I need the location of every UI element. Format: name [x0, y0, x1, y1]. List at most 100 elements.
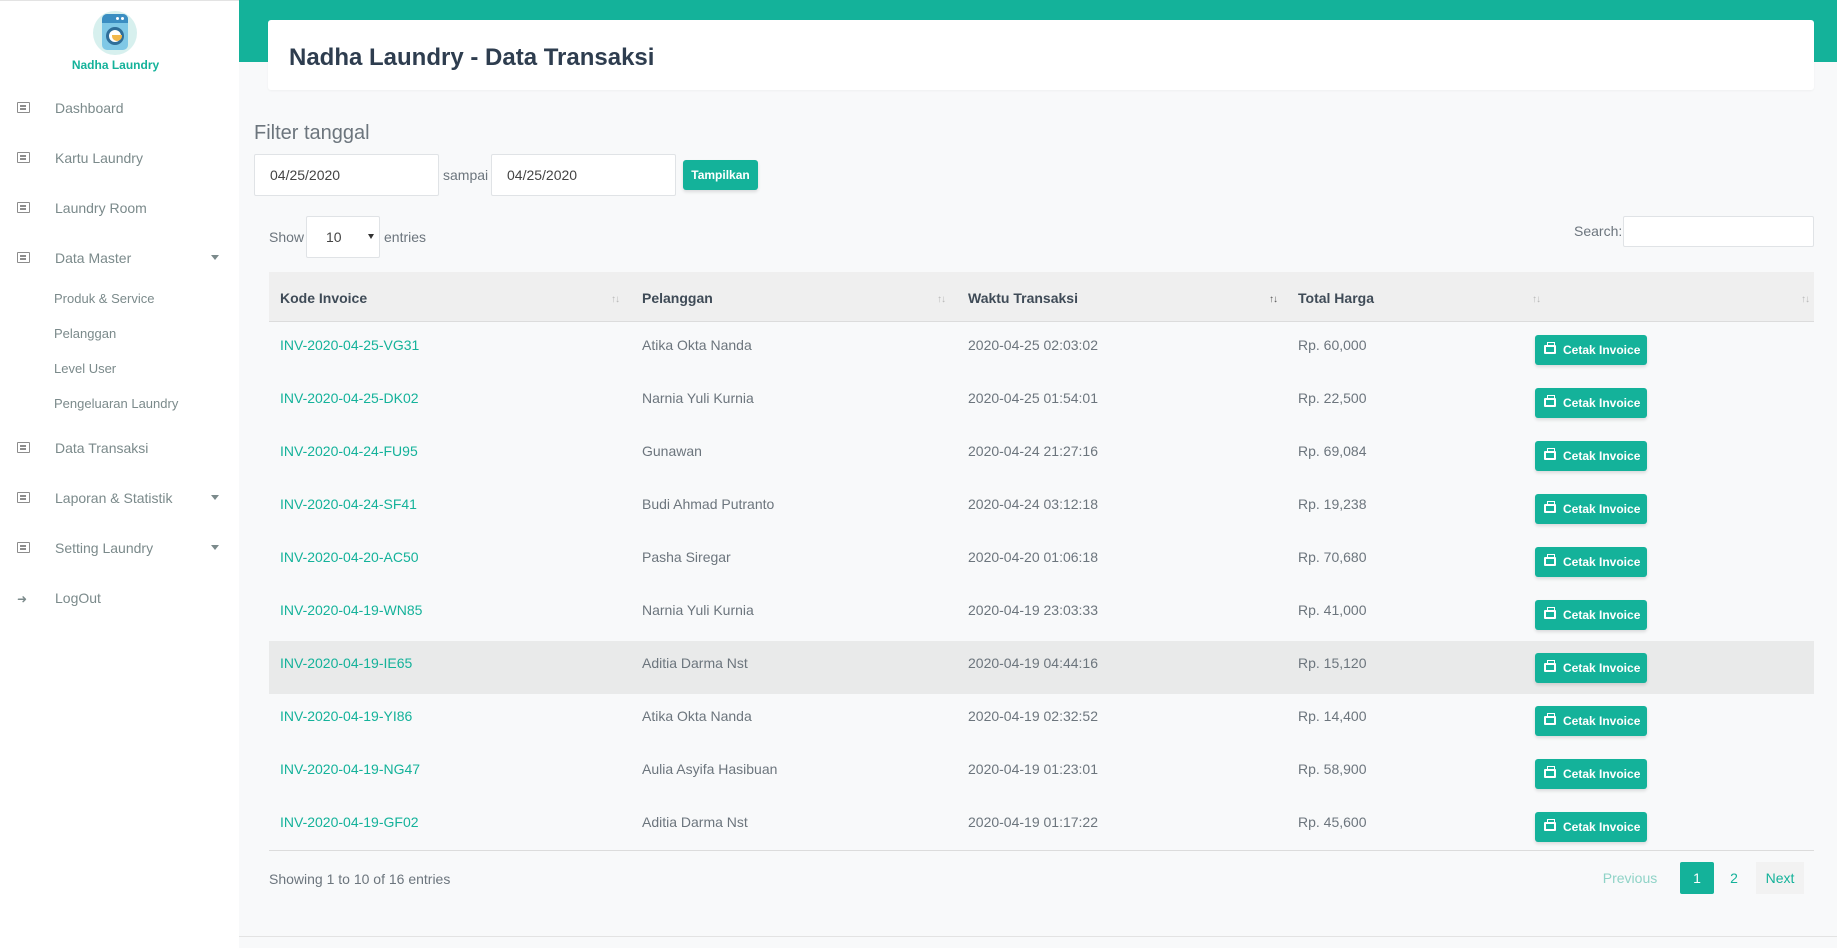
customer-name: Pasha Siregar	[642, 549, 731, 565]
brand[interactable]: Nadha Laundry	[0, 1, 239, 77]
transaction-time: 2020-04-19 02:32:52	[968, 708, 1098, 724]
customer-name: Budi Ahmad Putranto	[642, 496, 775, 512]
sort-desc-icon[interactable]: ↑↓	[1269, 294, 1278, 305]
invoice-link[interactable]: INV-2020-04-19-WN85	[280, 602, 422, 618]
submenu-item-pelanggan[interactable]: Pelanggan	[54, 326, 116, 341]
table-row: INV-2020-04-19-YI86 Atika Okta Nanda 202…	[269, 694, 1814, 747]
caret-down-icon	[211, 545, 219, 550]
pagination-page-1[interactable]: 1	[1680, 862, 1714, 894]
transaction-time: 2020-04-25 02:03:02	[968, 337, 1098, 353]
page-title: Nadha Laundry - Data Transaksi	[289, 44, 655, 71]
invoice-link[interactable]: INV-2020-04-19-NG47	[280, 761, 420, 777]
search-label: Search:	[1574, 223, 1623, 239]
total-price: Rp. 69,084	[1298, 443, 1367, 459]
submenu-item-produk-service[interactable]: Produk & Service	[54, 291, 154, 306]
sidebar-item-logout[interactable]: ➜ LogOut	[0, 578, 239, 618]
print-invoice-label: Cetak Invoice	[1563, 714, 1641, 728]
customer-name: Atika Okta Nanda	[642, 708, 752, 724]
search-input[interactable]	[1623, 216, 1814, 247]
sort-icon[interactable]: ↑↓	[937, 294, 946, 305]
logout-icon: ➜	[17, 592, 28, 606]
print-invoice-button[interactable]: Cetak Invoice	[1535, 494, 1647, 524]
sidebar-item-setting-laundry[interactable]: Setting Laundry	[0, 528, 239, 568]
table-info: Showing 1 to 10 of 16 entries	[269, 871, 451, 887]
print-invoice-button[interactable]: Cetak Invoice	[1535, 653, 1647, 683]
print-invoice-button[interactable]: Cetak Invoice	[1535, 388, 1647, 418]
submenu-item-pengeluaran-laundry[interactable]: Pengeluaran Laundry	[54, 396, 178, 411]
print-invoice-button[interactable]: Cetak Invoice	[1535, 759, 1647, 789]
transaction-time: 2020-04-24 21:27:16	[968, 443, 1098, 459]
total-price: Rp. 15,120	[1298, 655, 1367, 671]
print-invoice-label: Cetak Invoice	[1563, 661, 1641, 675]
sidebar-item-data-transaksi[interactable]: Data Transaksi	[0, 428, 239, 468]
show-button[interactable]: Tampilkan	[683, 160, 758, 190]
print-invoice-label: Cetak Invoice	[1563, 820, 1641, 834]
entries-select[interactable]: 10	[306, 216, 380, 258]
print-invoice-button[interactable]: Cetak Invoice	[1535, 547, 1647, 577]
invoice-link[interactable]: INV-2020-04-25-DK02	[280, 390, 419, 406]
printer-icon	[1544, 395, 1556, 407]
pagination-page-2[interactable]: 2	[1719, 862, 1749, 894]
invoice-link[interactable]: INV-2020-04-19-IE65	[280, 655, 412, 671]
print-invoice-button[interactable]: Cetak Invoice	[1535, 335, 1647, 365]
sidebar-item-dashboard[interactable]: Dashboard	[0, 88, 239, 128]
caret-down-icon	[211, 255, 219, 260]
print-invoice-button[interactable]: Cetak Invoice	[1535, 706, 1647, 736]
printer-icon	[1544, 342, 1556, 354]
entries-value: 10	[326, 229, 342, 245]
list-icon	[17, 152, 30, 163]
print-invoice-button[interactable]: Cetak Invoice	[1535, 600, 1647, 630]
printer-icon	[1544, 660, 1556, 672]
transaction-time: 2020-04-19 01:17:22	[968, 814, 1098, 830]
sidebar-item-label: Setting Laundry	[55, 540, 154, 556]
list-icon	[17, 102, 30, 113]
sidebar-item-laporan-statistik[interactable]: Laporan & Statistik	[0, 478, 239, 518]
print-invoice-button[interactable]: Cetak Invoice	[1535, 441, 1647, 471]
sort-icon[interactable]: ↑↓	[611, 294, 620, 305]
invoice-link[interactable]: INV-2020-04-20-AC50	[280, 549, 419, 565]
date-from-input[interactable]: 04/25/2020	[254, 154, 439, 196]
sidebar-item-label: Kartu Laundry	[55, 150, 143, 166]
column-header-waktu-transaksi[interactable]: Waktu Transaksi	[968, 290, 1078, 306]
customer-name: Aditia Darma Nst	[642, 814, 748, 830]
sidebar-item-kartu-laundry[interactable]: Kartu Laundry	[0, 138, 239, 178]
total-price: Rp. 19,238	[1298, 496, 1367, 512]
total-price: Rp. 14,400	[1298, 708, 1367, 724]
total-price: Rp. 70,680	[1298, 549, 1367, 565]
column-header-pelanggan[interactable]: Pelanggan	[642, 290, 713, 306]
printer-icon	[1544, 766, 1556, 778]
invoice-link[interactable]: INV-2020-04-25-VG31	[280, 337, 419, 353]
total-price: Rp. 22,500	[1298, 390, 1367, 406]
transaction-time: 2020-04-19 01:23:01	[968, 761, 1098, 777]
column-header-kode-invoice[interactable]: Kode Invoice	[280, 290, 367, 306]
pagination-next[interactable]: Next	[1756, 862, 1804, 894]
print-invoice-label: Cetak Invoice	[1563, 608, 1641, 622]
sidebar-item-data-master[interactable]: Data Master	[0, 238, 239, 278]
sort-icon[interactable]: ↑↓	[1801, 294, 1810, 305]
sidebar-item-label: Data Transaksi	[55, 440, 149, 456]
print-invoice-label: Cetak Invoice	[1563, 343, 1641, 357]
table-row-hovered: INV-2020-04-19-IE65 Aditia Darma Nst 202…	[269, 641, 1814, 694]
total-price: Rp. 41,000	[1298, 602, 1367, 618]
column-header-total-harga[interactable]: Total Harga	[1298, 290, 1374, 306]
sidebar-item-label: Data Master	[55, 250, 132, 266]
sidebar-item-laundry-room[interactable]: Laundry Room	[0, 188, 239, 228]
invoice-link[interactable]: INV-2020-04-19-YI86	[280, 708, 412, 724]
date-to-input[interactable]: 04/25/2020	[491, 154, 676, 196]
transaction-time: 2020-04-19 23:03:33	[968, 602, 1098, 618]
pagination-previous[interactable]: Previous	[1601, 862, 1659, 894]
brand-name: Nadha Laundry	[71, 58, 160, 72]
sort-icon[interactable]: ↑↓	[1532, 294, 1541, 305]
customer-name: Aulia Asyifa Hasibuan	[642, 761, 778, 777]
customer-name: Aditia Darma Nst	[642, 655, 748, 671]
show-label: Show	[269, 229, 305, 245]
invoice-link[interactable]: INV-2020-04-24-SF41	[280, 496, 417, 512]
invoice-link[interactable]: INV-2020-04-24-FU95	[280, 443, 418, 459]
submenu-item-level-user[interactable]: Level User	[54, 361, 116, 376]
print-invoice-button[interactable]: Cetak Invoice	[1535, 812, 1647, 842]
print-invoice-label: Cetak Invoice	[1563, 449, 1641, 463]
invoice-link[interactable]: INV-2020-04-19-GF02	[280, 814, 419, 830]
sidebar-item-label: Laundry Room	[55, 200, 147, 216]
printer-icon	[1544, 448, 1556, 460]
washing-machine-logo-icon	[93, 11, 137, 55]
